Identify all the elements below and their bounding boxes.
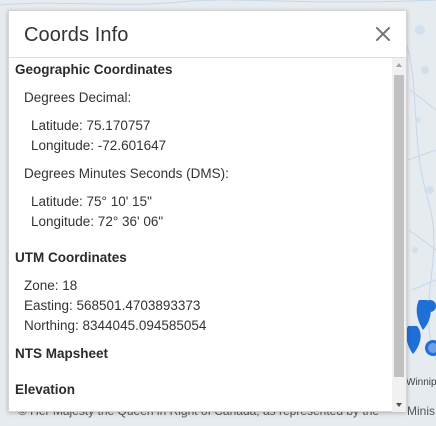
- scroll-up-arrow-icon[interactable]: [392, 58, 406, 72]
- utm-northing: Northing: 8344045.094585054: [24, 318, 207, 333]
- utm-easting: Easting: 568501.4703893373: [24, 298, 201, 313]
- geographic-coordinates-heading: Geographic Coordinates: [15, 62, 173, 77]
- close-icon[interactable]: [374, 25, 392, 43]
- dms-longitude: Longitude: 72° 36' 06": [31, 214, 164, 229]
- dialog-header: Coords Info: [9, 11, 406, 58]
- dialog-title: Coords Info: [24, 24, 129, 46]
- dialog-body[interactable]: Geographic Coordinates Degrees Decimal: …: [9, 58, 391, 411]
- nts-mapsheet-heading: NTS Mapsheet: [15, 346, 109, 361]
- scrollbar-thumb[interactable]: [394, 75, 404, 377]
- dms-latitude: Latitude: 75° 10' 15": [31, 194, 152, 209]
- map-place-label: Minis: [407, 404, 436, 418]
- utm-zone: Zone: 18: [24, 278, 78, 293]
- decimal-latitude: Latitude: 75.170757: [31, 118, 151, 133]
- coords-info-dialog: Coords Info Geographic Coordinates Degre…: [8, 10, 407, 412]
- degrees-decimal-label: Degrees Decimal:: [24, 90, 132, 105]
- dms-label: Degrees Minutes Seconds (DMS):: [24, 166, 229, 181]
- scroll-down-arrow-icon[interactable]: [392, 398, 406, 412]
- vertical-scrollbar[interactable]: [392, 58, 406, 412]
- decimal-longitude: Longitude: -72.601647: [31, 138, 167, 153]
- utm-coordinates-heading: UTM Coordinates: [15, 250, 127, 265]
- map-place-label: Winnip: [406, 377, 436, 388]
- elevation-heading: Elevation: [15, 382, 76, 397]
